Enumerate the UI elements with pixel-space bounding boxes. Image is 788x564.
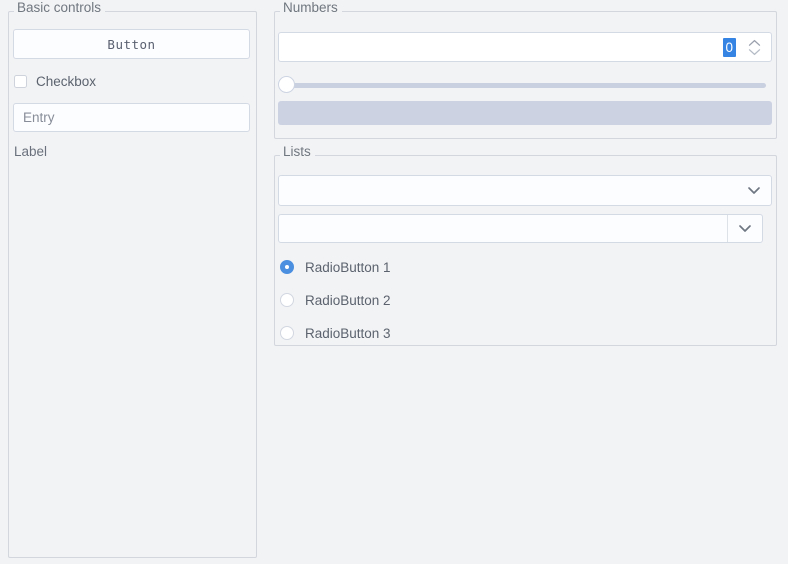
checkbox-label: Checkbox xyxy=(36,73,97,89)
radio-indicator[interactable] xyxy=(280,293,294,307)
lists-group: Lists RadioButton 1 RadioButton 2 RadioB… xyxy=(274,144,777,346)
progress-bar xyxy=(278,101,772,125)
spinbox-field[interactable]: 0 xyxy=(279,33,739,61)
combobox-1-value xyxy=(279,176,737,205)
radio-button-3[interactable]: RadioButton 3 xyxy=(280,323,391,343)
basic-controls-group: Basic controls Button Checkbox Label xyxy=(8,0,257,558)
entry-input[interactable] xyxy=(13,103,250,132)
radio-label: RadioButton 2 xyxy=(305,292,391,308)
lists-body: RadioButton 1 RadioButton 2 RadioButton … xyxy=(274,155,777,346)
chevron-up-icon[interactable] xyxy=(748,39,761,47)
static-label: Label xyxy=(14,144,48,159)
radio-indicator[interactable] xyxy=(280,326,294,340)
radio-label: RadioButton 3 xyxy=(305,325,391,341)
radio-button-1[interactable]: RadioButton 1 xyxy=(280,257,391,277)
spinbox-value: 0 xyxy=(723,37,736,57)
lists-title: Lists xyxy=(280,144,315,160)
button[interactable]: Button xyxy=(13,29,250,59)
basic-controls-title: Basic controls xyxy=(14,0,106,16)
numbers-title: Numbers xyxy=(280,0,342,16)
checkbox-row[interactable]: Checkbox xyxy=(14,71,96,91)
chevron-down-icon[interactable] xyxy=(727,215,762,242)
chevron-down-icon[interactable] xyxy=(737,176,771,205)
basic-controls-body: Button Checkbox Label xyxy=(8,11,257,558)
checkbox-input[interactable] xyxy=(14,74,27,88)
radio-indicator[interactable] xyxy=(280,260,294,274)
slider-track[interactable] xyxy=(286,83,766,88)
combobox-2-value xyxy=(279,215,727,242)
spinbox[interactable]: 0 xyxy=(278,32,772,62)
slider[interactable] xyxy=(278,76,772,94)
spinbox-stepper[interactable] xyxy=(739,33,771,61)
combobox-2[interactable] xyxy=(278,214,763,243)
numbers-group: Numbers 0 xyxy=(274,0,777,139)
chevron-down-icon[interactable] xyxy=(748,48,761,56)
radio-label: RadioButton 1 xyxy=(305,259,391,275)
radio-button-2[interactable]: RadioButton 2 xyxy=(280,290,391,310)
numbers-body: 0 xyxy=(274,11,777,139)
slider-handle[interactable] xyxy=(278,76,295,93)
combobox-1[interactable] xyxy=(278,175,772,206)
